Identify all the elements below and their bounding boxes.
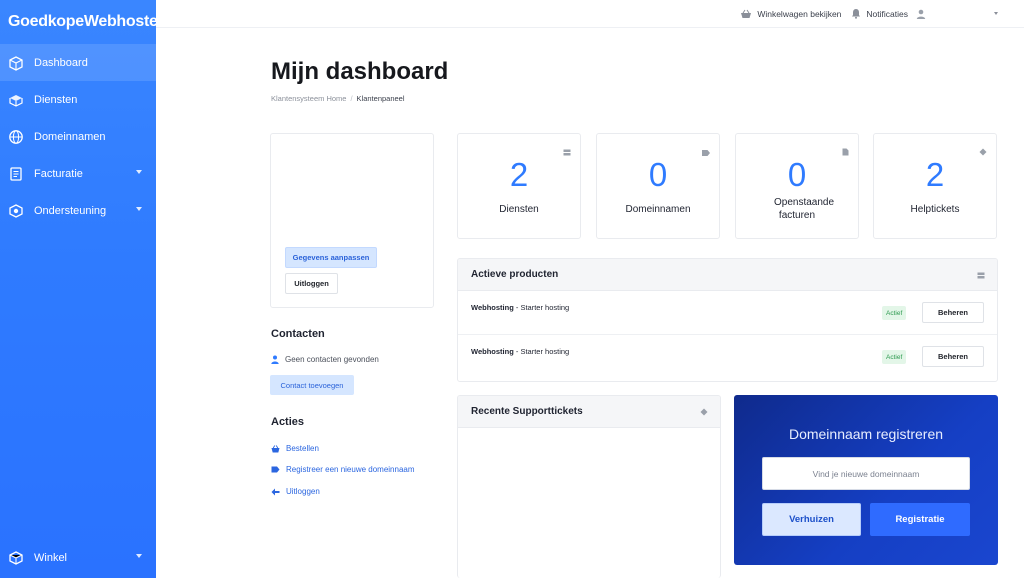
stat-label: Openstaande facturen bbox=[774, 197, 835, 221]
stat-card-domains[interactable]: 0 Domeinnamen bbox=[596, 133, 720, 239]
breadcrumb: Klantensysteem Home / Klantenpaneel bbox=[271, 94, 405, 103]
logout-link-label: Uitloggen bbox=[286, 487, 320, 496]
order-link-label: Bestellen bbox=[286, 444, 319, 453]
support-icon bbox=[7, 202, 25, 220]
contacts-heading: Contacten bbox=[271, 328, 325, 340]
domain-register-card: Domeinnaam registreren Verhuizen Registr… bbox=[734, 395, 998, 565]
register-button[interactable]: Registratie bbox=[870, 503, 970, 536]
profile-info-area bbox=[284, 146, 422, 246]
sidebar-item-diensten[interactable]: Diensten bbox=[0, 81, 156, 118]
domain-register-title: Domeinnaam registreren bbox=[788, 426, 944, 442]
basket-icon bbox=[271, 444, 280, 452]
sidebar-item-ondersteuning[interactable]: Ondersteuning bbox=[0, 192, 156, 229]
sidebar-item-label: Domeinnamen bbox=[34, 130, 106, 143]
sidebar: GoedkopeWebhoster Dashboard Diensten Dom… bbox=[0, 0, 164, 578]
chevron-down-icon bbox=[994, 12, 998, 15]
register-domain-label: Registreer een nieuwe domeinnaam bbox=[286, 465, 415, 474]
stat-value: 0 bbox=[787, 156, 807, 193]
stat-label: Diensten bbox=[499, 204, 539, 215]
product-name: Webhosting - Starter hosting bbox=[471, 303, 570, 312]
logout-link[interactable]: Uitloggen bbox=[271, 487, 320, 496]
order-link[interactable]: Bestellen bbox=[271, 444, 319, 453]
manage-button[interactable]: Beheren bbox=[922, 346, 984, 367]
status-badge: Actief bbox=[882, 306, 907, 320]
notifications-link[interactable]: Notificaties bbox=[851, 8, 908, 19]
panel-header: Actieve producten bbox=[458, 259, 997, 291]
notifications-label: Notificaties bbox=[866, 8, 908, 19]
arrow-left-icon bbox=[271, 488, 280, 495]
logout-button[interactable]: Uitloggen bbox=[285, 273, 338, 294]
support-tickets-heading: Recente Supporttickets bbox=[471, 406, 583, 417]
bell-icon bbox=[852, 9, 861, 19]
active-products-heading: Actieve producten bbox=[471, 269, 559, 280]
sidebar-item-facturatie[interactable]: Facturatie bbox=[0, 155, 156, 192]
stat-label: Domeinnamen bbox=[625, 204, 691, 215]
domain-search-input[interactable] bbox=[762, 457, 970, 490]
brand-logo[interactable]: GoedkopeWebhoster bbox=[0, 0, 164, 44]
product-row[interactable]: Webhosting - Starter hosting Actief Behe… bbox=[458, 335, 997, 379]
globe-icon bbox=[7, 128, 25, 146]
product-name: Webhosting - Starter hosting bbox=[471, 347, 570, 356]
store-icon bbox=[7, 549, 25, 567]
stat-value: 2 bbox=[509, 156, 529, 193]
status-badge: Actief bbox=[882, 350, 907, 364]
breadcrumb-current: Klantenpaneel bbox=[356, 94, 405, 103]
server-icon bbox=[977, 271, 985, 282]
transfer-button[interactable]: Verhuizen bbox=[762, 503, 861, 536]
box-icon bbox=[7, 91, 25, 109]
sidebar-item-label: Dashboard bbox=[34, 56, 88, 69]
stat-label: Helptickets bbox=[910, 204, 960, 215]
invoice-icon bbox=[7, 165, 25, 183]
no-contacts-label: Geen contacten gevonden bbox=[285, 355, 379, 364]
cart-label: Winkelwagen bekijken bbox=[757, 8, 842, 19]
dashboard-icon bbox=[7, 54, 25, 72]
product-row[interactable]: Webhosting - Starter hosting Actief Behe… bbox=[458, 291, 997, 335]
user-icon bbox=[916, 9, 926, 19]
panel-header: Recente Supporttickets bbox=[458, 396, 720, 428]
sidebar-item-label: Ondersteuning bbox=[34, 204, 107, 217]
stat-card-invoices[interactable]: 0 Openstaande facturen bbox=[735, 133, 859, 239]
edit-details-button[interactable]: Gegevens aanpassen bbox=[285, 247, 377, 268]
stat-value: 0 bbox=[648, 156, 668, 193]
sidebar-item-label: Facturatie bbox=[34, 167, 83, 180]
breadcrumb-home-link[interactable]: Klantensysteem Home bbox=[271, 94, 346, 103]
basket-icon bbox=[741, 9, 752, 18]
sidebar-item-domeinnamen[interactable]: Domeinnamen bbox=[0, 118, 156, 155]
user-icon bbox=[271, 355, 279, 364]
active-products-panel: Actieve producten Webhosting - Starter h… bbox=[457, 258, 998, 382]
support-tickets-panel: Recente Supporttickets bbox=[457, 395, 721, 578]
view-cart-link[interactable]: Winkelwagen bekijken bbox=[740, 9, 841, 19]
user-menu[interactable] bbox=[916, 9, 998, 19]
chevron-down-icon bbox=[136, 554, 142, 558]
sidebar-item-label: Diensten bbox=[34, 93, 78, 106]
no-contacts-text: Geen contacten gevonden bbox=[271, 355, 379, 364]
tag-icon bbox=[271, 466, 280, 473]
actions-heading: Acties bbox=[271, 416, 305, 428]
breadcrumb-separator: / bbox=[350, 94, 353, 103]
add-contact-button[interactable]: Contact toevoegen bbox=[270, 375, 354, 395]
sidebar-item-dashboard[interactable]: Dashboard bbox=[0, 44, 156, 81]
top-bar: Winkelwagen bekijken Notificaties bbox=[156, 0, 1024, 28]
page-title: Mijn dashboard bbox=[271, 58, 449, 85]
stat-card-tickets[interactable]: 2 Helptickets bbox=[873, 133, 997, 239]
ticket-icon bbox=[700, 408, 708, 419]
sidebar-item-winkel[interactable]: Winkel bbox=[0, 539, 156, 576]
register-domain-link[interactable]: Registreer een nieuwe domeinnaam bbox=[271, 465, 415, 474]
stat-value: 2 bbox=[925, 156, 945, 193]
stat-card-services[interactable]: 2 Diensten bbox=[457, 133, 581, 239]
manage-button[interactable]: Beheren bbox=[922, 302, 984, 323]
chevron-down-icon bbox=[136, 170, 142, 174]
sidebar-item-label: Winkel bbox=[34, 551, 68, 564]
chevron-down-icon bbox=[136, 207, 142, 211]
